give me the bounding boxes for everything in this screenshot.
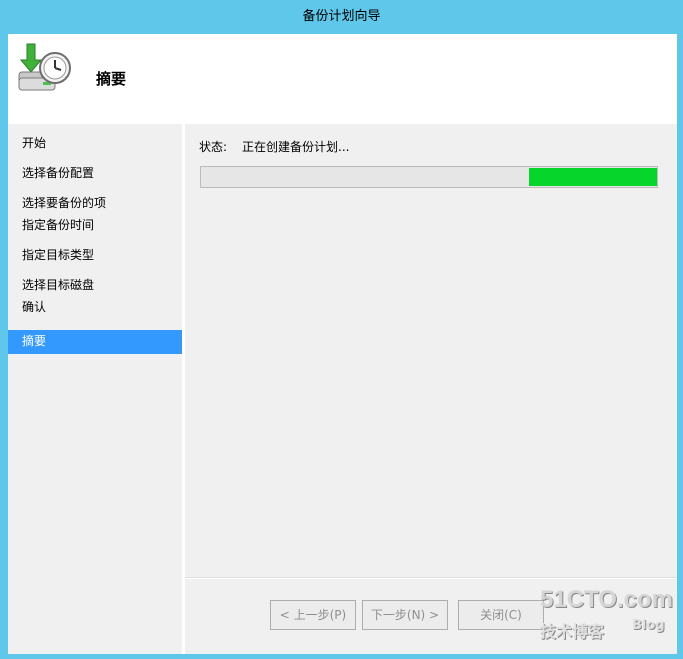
sidebar-item-label: 选择要备份的项 (22, 196, 107, 210)
wizard-header: 摘要 (8, 34, 677, 124)
window-title: 备份计划向导 (302, 9, 381, 24)
wizard-window: 摘要 开始 选择备份配置 选择要备份的项 指定备份时间 指定目标类型 选择目标磁… (8, 34, 677, 654)
sidebar-item-select-backup-config[interactable]: 选择备份配置 (8, 162, 182, 186)
sidebar-item-label: 开始 (22, 136, 47, 150)
next-button-label: 下一步(N) > (370, 608, 440, 622)
sidebar-item-summary[interactable]: 摘要 (8, 330, 182, 354)
sidebar-item-backup-time[interactable]: 指定备份时间 (8, 214, 182, 238)
close-button[interactable]: 关闭(C) (458, 600, 544, 630)
status-value: 正在创建备份计划... (242, 140, 350, 154)
page-title: 摘要 (96, 70, 127, 88)
summary-content: 状态: 正在创建备份计划... (185, 124, 677, 576)
close-button-label: 关闭(C) (480, 608, 522, 622)
previous-button-label: < 上一步(P) (279, 608, 347, 622)
sidebar-item-select-items[interactable]: 选择要备份的项 (8, 192, 182, 216)
status-label: 状态: (199, 140, 228, 154)
sidebar-item-label: 选择备份配置 (22, 166, 95, 180)
sidebar-item-target-disk[interactable]: 选择目标磁盘 (8, 274, 182, 298)
sidebar-item-confirm[interactable]: 确认 (8, 296, 182, 320)
previous-button[interactable]: < 上一步(P) (270, 600, 356, 630)
sidebar-item-label: 指定备份时间 (22, 218, 95, 232)
progress-bar-fill (529, 168, 657, 186)
sidebar-item-start[interactable]: 开始 (8, 132, 182, 156)
wizard-steps-sidebar: 开始 选择备份配置 选择要备份的项 指定备份时间 指定目标类型 选择目标磁盘 确… (8, 124, 182, 654)
window-titlebar: 备份计划向导 (0, 0, 683, 32)
next-button[interactable]: 下一步(N) > (362, 600, 448, 630)
sidebar-item-label: 摘要 (22, 334, 47, 348)
progress-bar (200, 166, 658, 188)
sidebar-item-label: 指定目标类型 (22, 248, 95, 262)
sidebar-item-target-type[interactable]: 指定目标类型 (8, 244, 182, 268)
footer-divider-highlight (185, 578, 677, 579)
backup-clock-icon (13, 42, 73, 94)
sidebar-item-label: 确认 (22, 300, 47, 314)
sidebar-item-label: 选择目标磁盘 (22, 278, 95, 292)
